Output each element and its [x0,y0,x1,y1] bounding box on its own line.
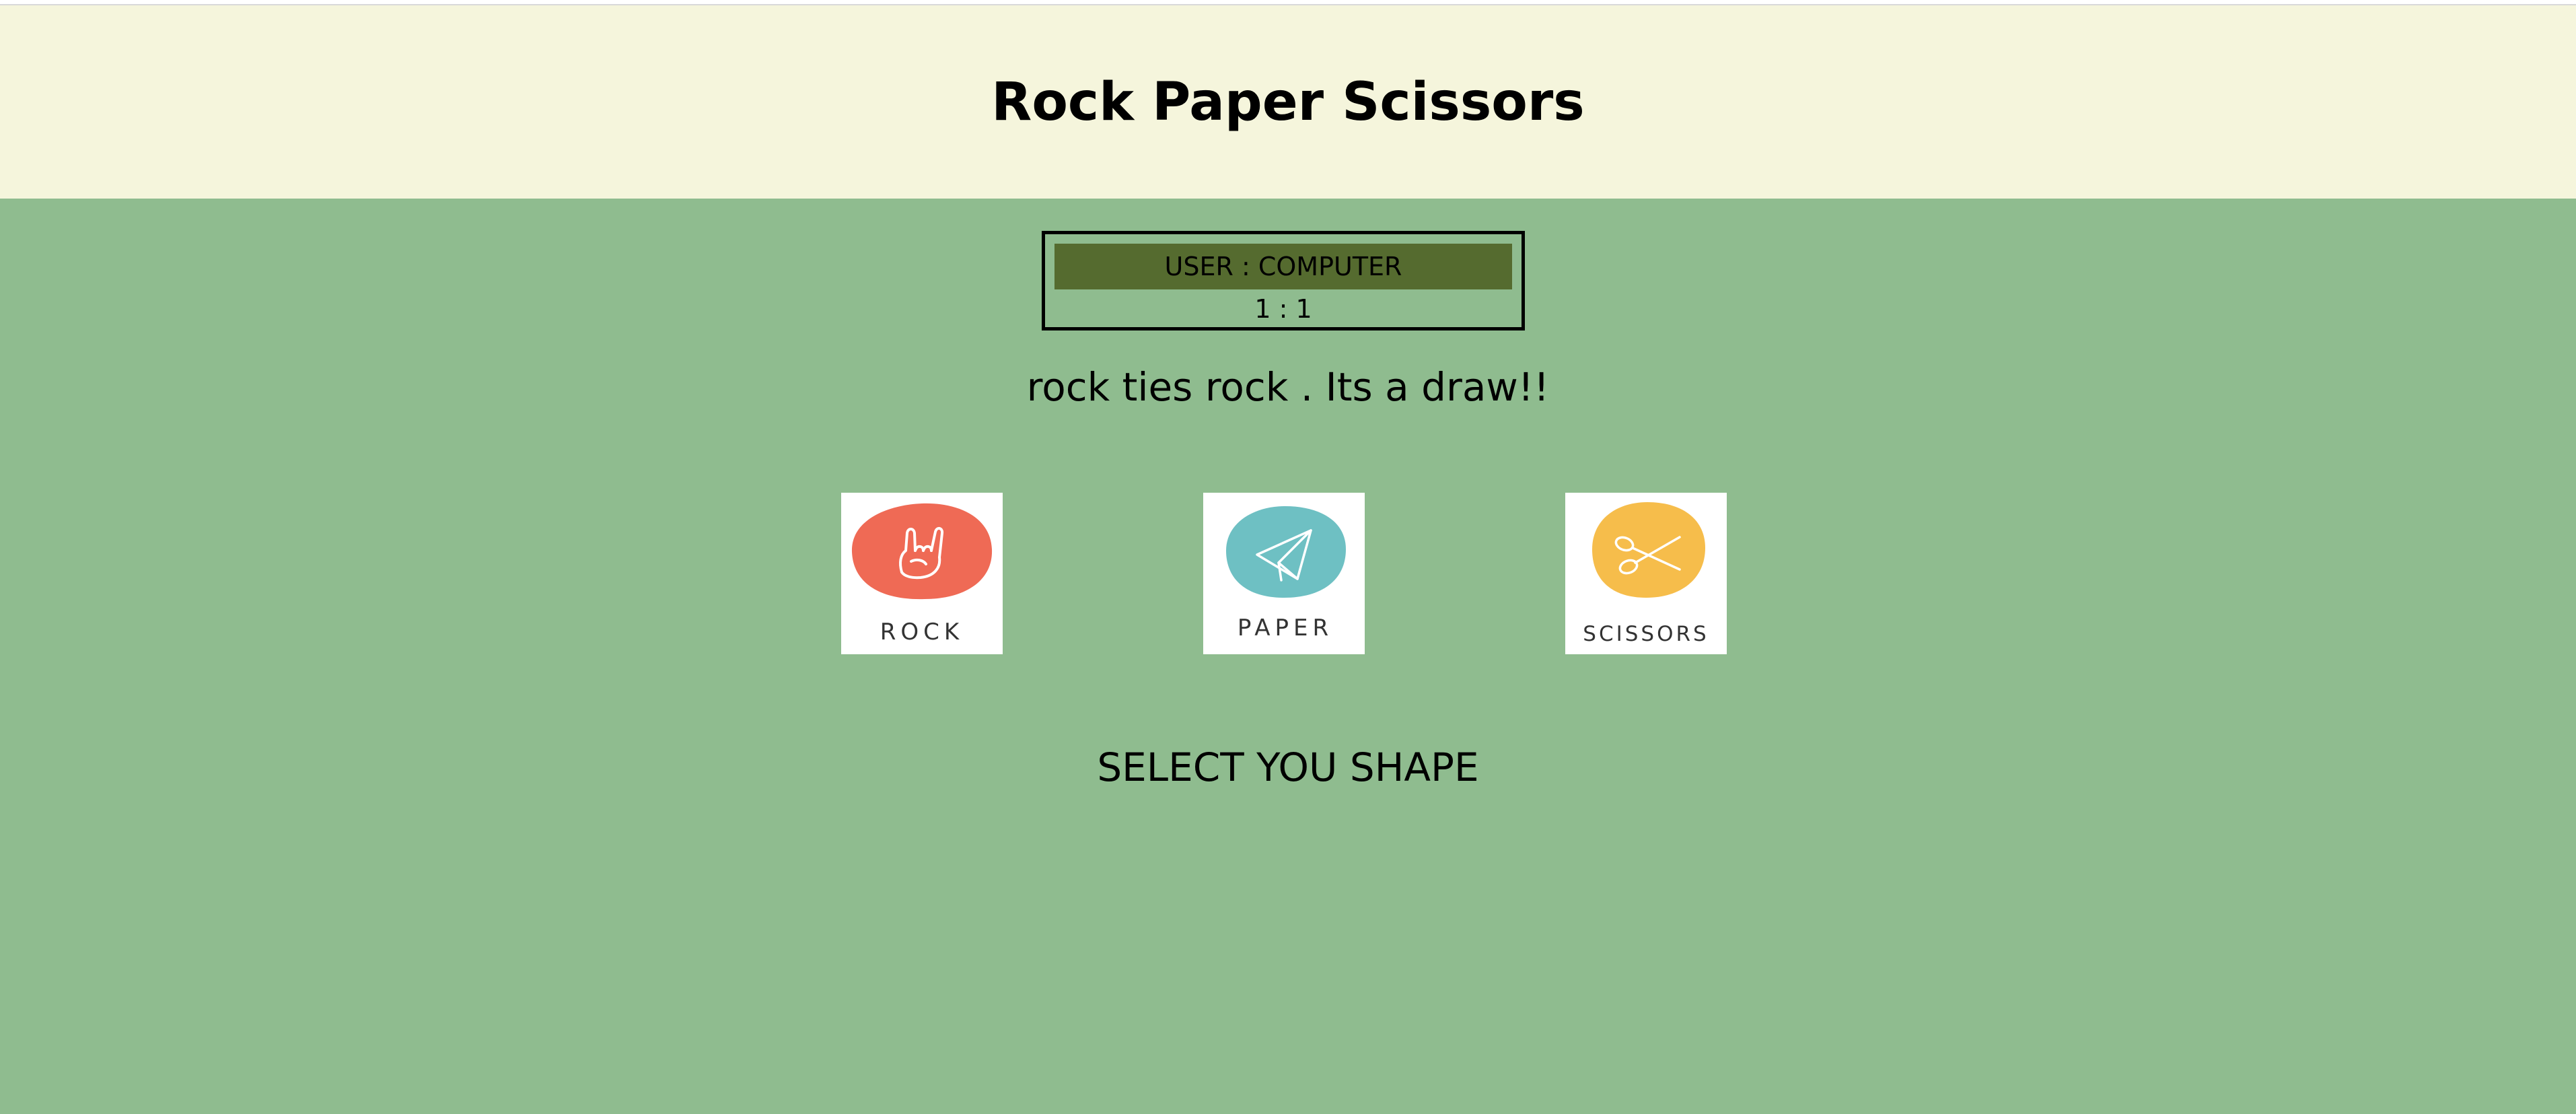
scissors-icon: SCISSORS [1583,502,1709,646]
paper-plane-icon: PAPER [1226,506,1346,641]
select-shape-prompt: SELECT YOU SHAPE [1097,744,1479,790]
window-top-edge [0,0,2576,5]
scissors-choice-button[interactable]: SCISSORS [1565,493,1727,654]
page-title: Rock Paper Scissors [991,71,1585,133]
score-value: 1 : 1 [1254,294,1312,324]
game-area: USER : COMPUTER 1 : 1 rock ties rock . I… [0,199,2576,1114]
score-labels-badge: USER : COMPUTER [1054,244,1512,289]
page-header: Rock Paper Scissors [0,5,2576,199]
paper-label: PAPER [1238,615,1333,641]
scoreboard: USER : COMPUTER 1 : 1 [1042,231,1525,330]
rock-choice-button[interactable]: ROCK [841,493,1003,654]
rock-hand-icon: ROCK [851,503,993,646]
result-message: rock ties rock . Its a draw!! [1026,364,1550,410]
scissors-label: SCISSORS [1583,622,1709,646]
rock-label: ROCK [880,619,964,646]
paper-choice-button[interactable]: PAPER [1203,493,1365,654]
